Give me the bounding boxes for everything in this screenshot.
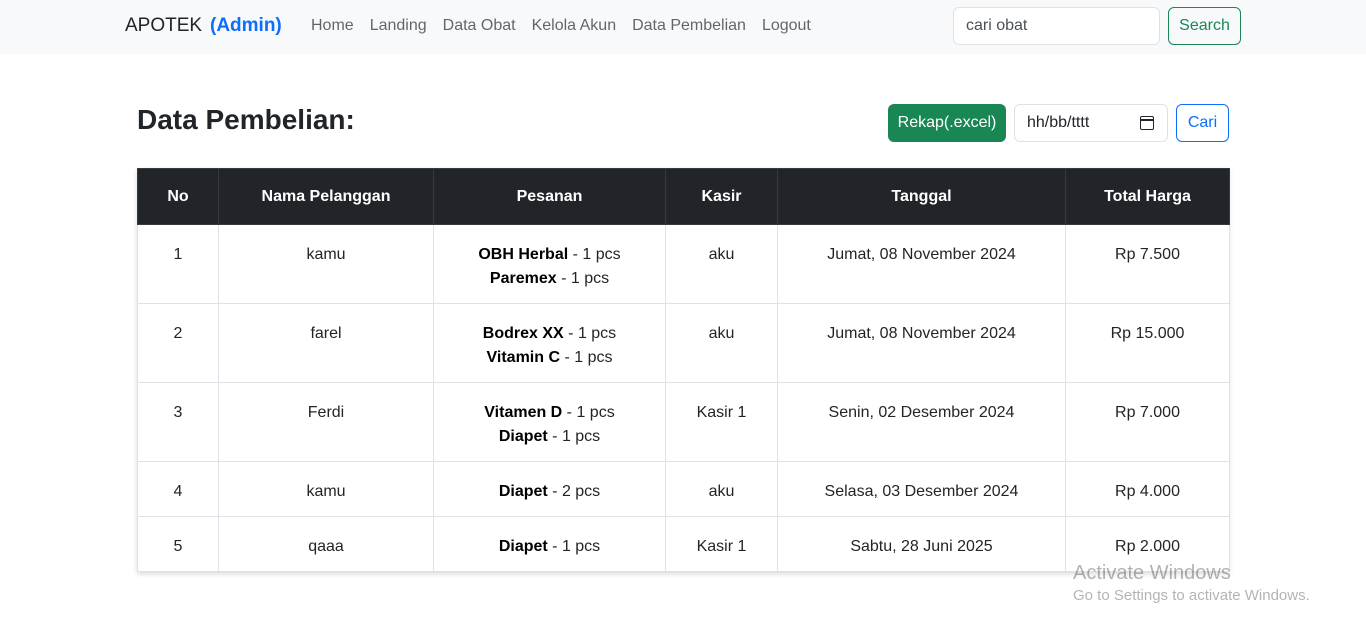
nav-links: Home Landing Data Obat Kelola Akun Data … <box>303 17 819 35</box>
cell-total: Rp 7.500 <box>1065 224 1230 304</box>
cell-no: 2 <box>137 303 219 383</box>
order-item: Bodrex XX - 1 pcs <box>482 325 617 342</box>
purchase-table: No Nama Pelanggan Pesanan Kasir Tanggal … <box>137 168 1230 572</box>
cell-pesanan: OBH Herbal - 1 pcs Paremex - 1 pcs <box>433 224 666 304</box>
header-no: No <box>137 168 219 225</box>
order-item: Paremex - 1 pcs <box>489 270 610 287</box>
header-kasir: Kasir <box>665 168 778 225</box>
table-header-row: No Nama Pelanggan Pesanan Kasir Tanggal … <box>137 168 1230 225</box>
nav-landing[interactable]: Landing <box>362 17 435 35</box>
cell-nama: kamu <box>218 461 434 517</box>
cell-pesanan: Bodrex XX - 1 pcs Vitamin C - 1 pcs <box>433 303 666 383</box>
cell-no: 4 <box>137 461 219 517</box>
calendar-icon[interactable] <box>1140 116 1154 130</box>
order-item: Vitamin C - 1 pcs <box>486 349 613 366</box>
order-item: Diapet - 2 pcs <box>498 483 601 500</box>
order-item: Diapet - 1 pcs <box>498 428 601 445</box>
header-pesanan: Pesanan <box>433 168 666 225</box>
role-label: (Admin) <box>210 15 282 36</box>
rekap-excel-button[interactable]: Rekap(.excel) <box>888 104 1006 142</box>
cell-total: Rp 7.000 <box>1065 382 1230 462</box>
cell-pesanan: Diapet - 2 pcs <box>433 461 666 517</box>
page-title: Data Pembelian: <box>137 104 355 135</box>
cell-no: 3 <box>137 382 219 462</box>
order-item: Vitamen D - 1 pcs <box>484 404 615 421</box>
date-input[interactable]: hh/bb/tttt <box>1014 104 1168 142</box>
order-item: Diapet - 1 pcs <box>498 538 601 555</box>
order-item: OBH Herbal - 1 pcs <box>478 246 621 263</box>
cell-kasir: Kasir 1 <box>665 516 778 572</box>
cell-kasir: aku <box>665 224 778 304</box>
nav-logout[interactable]: Logout <box>754 17 819 35</box>
cell-tanggal: Jumat, 08 November 2024 <box>777 224 1066 304</box>
cell-tanggal: Sabtu, 28 Juni 2025 <box>777 516 1066 572</box>
cell-total: Rp 15.000 <box>1065 303 1230 383</box>
cell-tanggal: Jumat, 08 November 2024 <box>777 303 1066 383</box>
cell-nama: farel <box>218 303 434 383</box>
cell-nama: kamu <box>218 224 434 304</box>
brand-logo[interactable]: APOTEK <box>125 15 202 37</box>
cell-kasir: aku <box>665 303 778 383</box>
nav-kelola-akun[interactable]: Kelola Akun <box>524 17 625 35</box>
table-row: 3 Ferdi Vitamen D - 1 pcs Diapet - 1 pcs… <box>137 382 1230 462</box>
navbar: APOTEK (Admin) Home Landing Data Obat Ke… <box>0 0 1366 54</box>
cell-kasir: Kasir 1 <box>665 382 778 462</box>
search-button[interactable]: Search <box>1168 7 1241 45</box>
table-row: 5 qaaa Diapet - 1 pcs Kasir 1 Sabtu, 28 … <box>137 516 1230 572</box>
cell-pesanan: Diapet - 1 pcs <box>433 516 666 572</box>
cell-tanggal: Senin, 02 Desember 2024 <box>777 382 1066 462</box>
search-input[interactable]: cari obat <box>953 7 1160 45</box>
activate-windows-title: Activate Windows <box>1073 562 1231 584</box>
header-total-harga: Total Harga <box>1065 168 1230 225</box>
activate-windows-subtitle: Go to Settings to activate Windows. <box>1073 587 1310 604</box>
cell-nama: qaaa <box>218 516 434 572</box>
cell-total: Rp 4.000 <box>1065 461 1230 517</box>
table-row: 1 kamu OBH Herbal - 1 pcs Paremex - 1 pc… <box>137 224 1230 304</box>
cell-kasir: aku <box>665 461 778 517</box>
header-nama-pelanggan: Nama Pelanggan <box>218 168 434 225</box>
nav-data-obat[interactable]: Data Obat <box>435 17 524 35</box>
table-row: 4 kamu Diapet - 2 pcs aku Selasa, 03 Des… <box>137 461 1230 517</box>
date-placeholder: hh/bb/tttt <box>1027 114 1090 131</box>
cell-no: 1 <box>137 224 219 304</box>
table-row: 2 farel Bodrex XX - 1 pcs Vitamin C - 1 … <box>137 303 1230 383</box>
cell-pesanan: Vitamen D - 1 pcs Diapet - 1 pcs <box>433 382 666 462</box>
cell-nama: Ferdi <box>218 382 434 462</box>
header-tanggal: Tanggal <box>777 168 1066 225</box>
cell-tanggal: Selasa, 03 Desember 2024 <box>777 461 1066 517</box>
cari-button[interactable]: Cari <box>1176 104 1229 142</box>
nav-home[interactable]: Home <box>303 17 362 35</box>
cell-no: 5 <box>137 516 219 572</box>
nav-data-pembelian[interactable]: Data Pembelian <box>624 17 754 35</box>
